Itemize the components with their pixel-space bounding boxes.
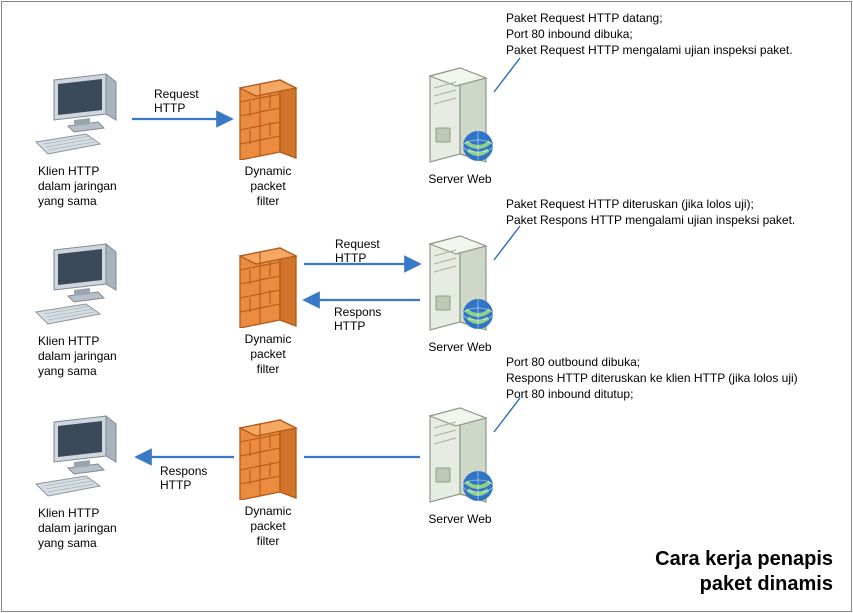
server-icon <box>420 398 500 508</box>
callout-3: Port 80 outbound dibuka; Respons HTTP di… <box>506 354 846 403</box>
edge-label-response-3: Respons HTTP <box>160 464 207 493</box>
callout-2: Paket Request HTTP diteruskan (jika lolo… <box>506 196 846 228</box>
diagram-title: Cara kerja penapis paket dinamis <box>655 547 833 597</box>
server-3: Server Web <box>420 398 500 527</box>
edge-label-request-2: Request HTTP <box>335 237 380 266</box>
computer-icon <box>34 240 124 330</box>
diagram-frame: Klien HTTP dalam jaringan yang sama Requ… <box>1 1 852 612</box>
server-label: Server Web <box>420 512 500 527</box>
client-pc-3: Klien HTTP dalam jaringan yang sama <box>34 412 124 551</box>
firewall-icon <box>236 240 300 328</box>
server-1: Server Web <box>420 58 500 187</box>
firewall-1: Dynamic packet filter <box>236 72 300 209</box>
client-label: Klien HTTP dalam jaringan yang sama <box>38 164 124 209</box>
client-pc-1: Klien HTTP dalam jaringan yang sama <box>34 70 124 209</box>
firewall-label: Dynamic packet filter <box>236 332 300 377</box>
client-pc-2: Klien HTTP dalam jaringan yang sama <box>34 240 124 379</box>
firewall-3: Dynamic packet filter <box>236 412 300 549</box>
edge-label-request-1: Request HTTP <box>154 87 199 116</box>
firewall-icon <box>236 72 300 160</box>
server-icon <box>420 58 500 168</box>
computer-icon <box>34 70 124 160</box>
server-label: Server Web <box>420 340 500 355</box>
server-2: Server Web <box>420 226 500 355</box>
firewall-2: Dynamic packet filter <box>236 240 300 377</box>
firewall-label: Dynamic packet filter <box>236 164 300 209</box>
server-icon <box>420 226 500 336</box>
server-label: Server Web <box>420 172 500 187</box>
firewall-label: Dynamic packet filter <box>236 504 300 549</box>
computer-icon <box>34 412 124 502</box>
callout-1: Paket Request HTTP datang; Port 80 inbou… <box>506 10 846 59</box>
firewall-icon <box>236 412 300 500</box>
client-label: Klien HTTP dalam jaringan yang sama <box>38 506 124 551</box>
client-label: Klien HTTP dalam jaringan yang sama <box>38 334 124 379</box>
edge-label-response-2: Respons HTTP <box>334 305 381 334</box>
